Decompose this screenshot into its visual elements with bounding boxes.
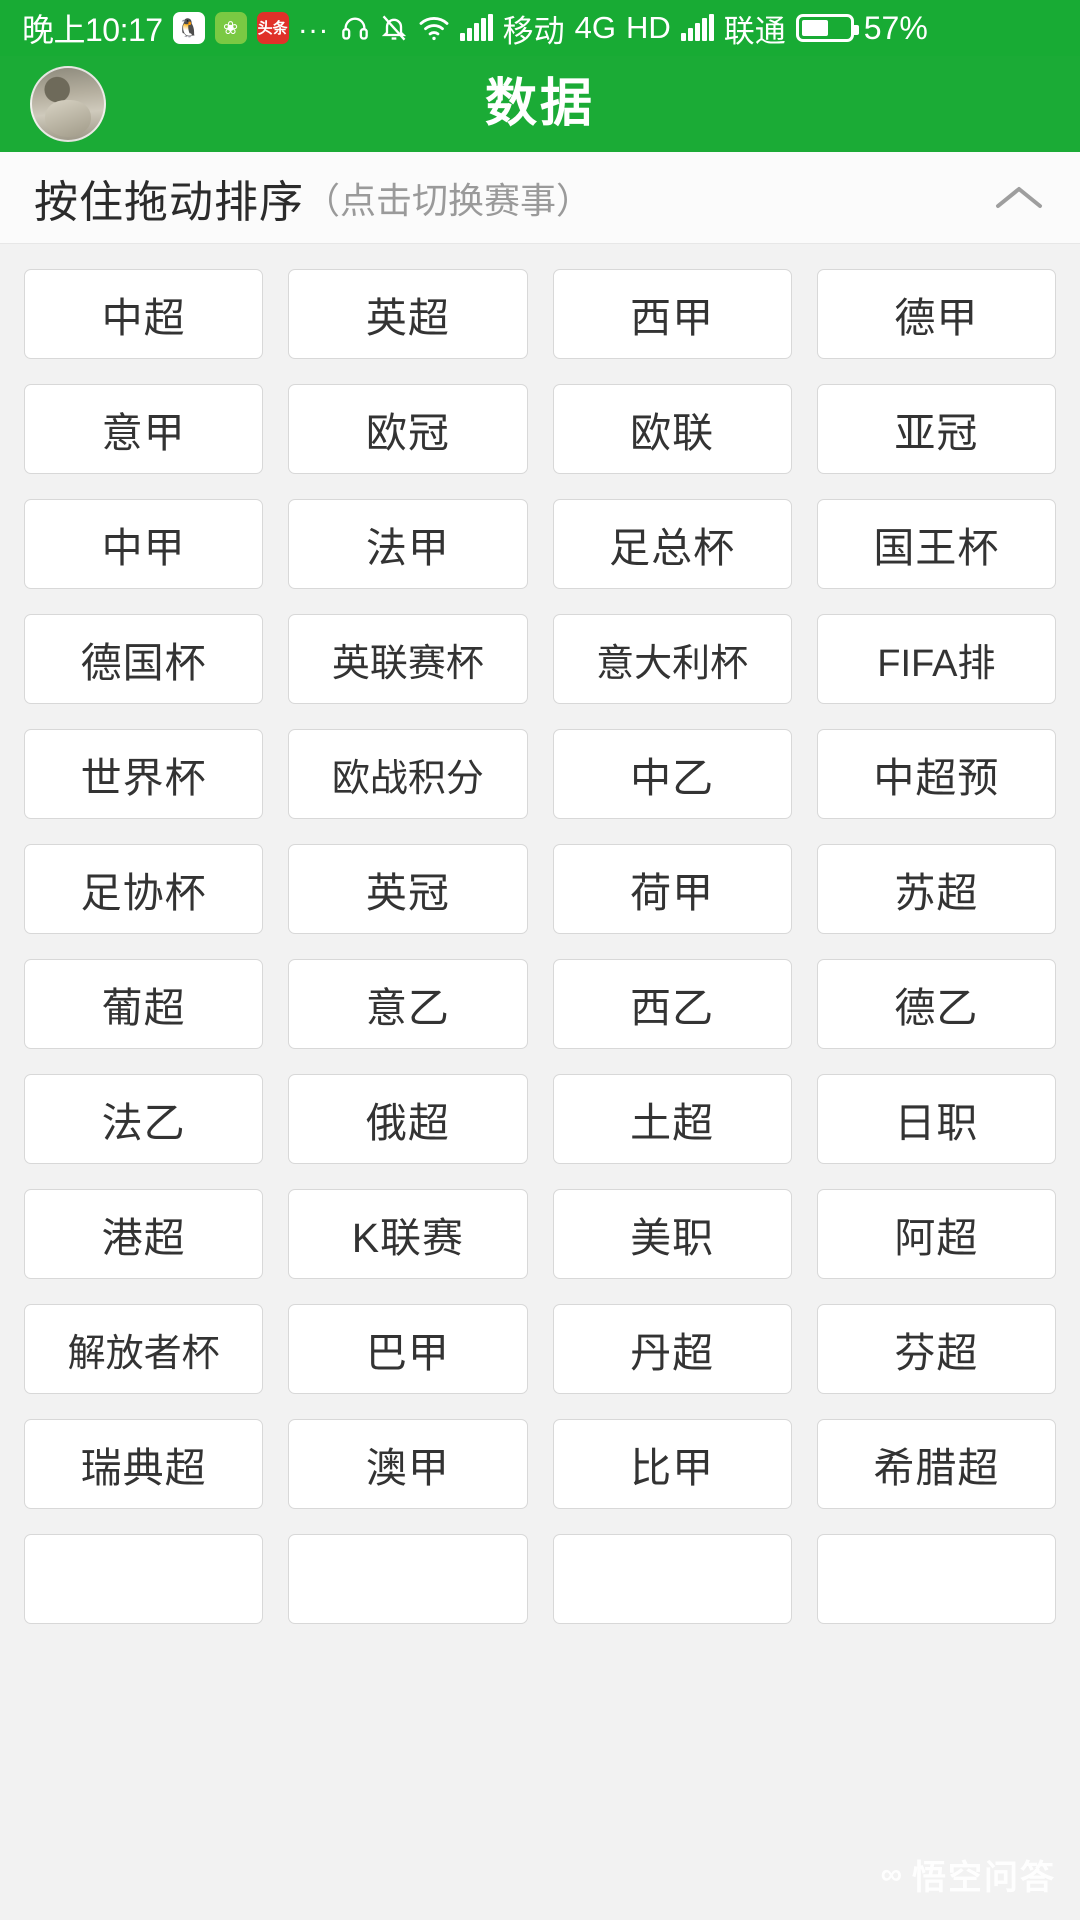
league-cell[interactable]: 芬超 — [816, 1304, 1056, 1394]
league-cell[interactable]: 欧战积分 — [288, 729, 528, 819]
signal-bars-secondary-icon — [680, 14, 714, 41]
league-cell[interactable]: 港超 — [24, 1189, 264, 1279]
league-cell[interactable] — [288, 1534, 528, 1624]
wifi-icon — [418, 15, 450, 41]
league-cell[interactable]: 德乙 — [816, 959, 1056, 1049]
league-cell[interactable]: 亚冠 — [816, 384, 1056, 474]
league-cell[interactable]: 西乙 — [552, 959, 792, 1049]
league-cell[interactable]: 丹超 — [552, 1304, 792, 1394]
carrier-primary-label: 移动 — [502, 13, 565, 49]
league-cell[interactable]: 德国杯 — [24, 614, 264, 704]
league-cell[interactable]: 英冠 — [288, 844, 528, 934]
league-cell[interactable]: 荷甲 — [552, 844, 792, 934]
league-cell[interactable]: 西甲 — [552, 269, 792, 359]
league-cell[interactable] — [24, 1534, 264, 1624]
status-time: 晚上10:17 — [22, 12, 163, 48]
league-cell[interactable]: 美职 — [552, 1189, 792, 1279]
battery-percent-label: 57% — [863, 9, 928, 46]
league-cell[interactable]: 意甲 — [24, 384, 264, 474]
hd-label: HD — [625, 10, 671, 45]
league-cell[interactable]: 欧冠 — [288, 384, 528, 474]
league-cell[interactable]: 国王杯 — [816, 499, 1056, 589]
league-cell[interactable]: 葡超 — [24, 959, 264, 1049]
league-grid-container[interactable]: 中超 英超 西甲 德甲意甲 欧冠 欧联 亚冠中甲 法甲 足总杯 国王杯德国杯 英联赛杯 意大利杯 FIF… — [0, 244, 1080, 1919]
league-cell[interactable]: 阿超 — [816, 1189, 1056, 1279]
app-title-bar: 数据 — [0, 56, 1080, 152]
qq-icon: 🐧 — [172, 12, 205, 44]
league-cell[interactable]: 足协杯 — [24, 844, 264, 934]
league-cell[interactable]: 德甲 — [816, 269, 1056, 359]
league-cell[interactable]: 澳甲 — [288, 1419, 528, 1509]
page-title: 数据 — [484, 75, 595, 133]
league-cell[interactable]: 英超 — [288, 269, 528, 359]
league-grid: 中超 英超 西甲 德甲意甲 欧冠 欧联 亚冠中甲 法甲 足总杯 国王杯德国杯 英联赛杯 意大利杯 FIF… — [24, 269, 1056, 1624]
league-cell[interactable]: 巴甲 — [288, 1304, 528, 1394]
league-cell[interactable]: 瑞典超 — [24, 1419, 264, 1509]
league-cell[interactable]: 中乙 — [552, 729, 792, 819]
league-cell[interactable]: 希腊超 — [816, 1419, 1056, 1509]
league-cell[interactable]: 土超 — [552, 1074, 792, 1164]
headset-icon — [340, 14, 370, 42]
league-cell[interactable]: 意乙 — [288, 959, 528, 1049]
league-cell[interactable]: 意大利杯 — [552, 614, 792, 704]
status-bar: 晚上10:17 🐧 ❀ 头条 ... 移动 4G HD 联通 57% — [0, 0, 1080, 56]
league-cell[interactable]: FIFA排 — [816, 614, 1056, 704]
battery-fill — [801, 20, 828, 36]
league-cell[interactable]: 解放者杯 — [24, 1304, 264, 1394]
league-cell[interactable]: 比甲 — [552, 1419, 792, 1509]
league-cell[interactable]: 英联赛杯 — [288, 614, 528, 704]
overflow-dots-icon: ... — [298, 7, 330, 40]
avatar[interactable] — [30, 66, 106, 142]
toutiao-icon: 头条 — [256, 12, 289, 44]
carrier-secondary-label: 联通 — [723, 13, 786, 49]
watermark: ∞ 悟空问答 — [881, 1850, 1056, 1899]
league-cell[interactable]: 世界杯 — [24, 729, 264, 819]
sort-hint-bar[interactable]: 按住拖动排序 （点击切换赛事） — [0, 152, 1080, 244]
watermark-label: 悟空问答 — [912, 1859, 1056, 1897]
league-cell[interactable]: 中超预 — [816, 729, 1056, 819]
network-type-label: 4G — [574, 10, 616, 45]
league-cell[interactable]: 俄超 — [288, 1074, 528, 1164]
wechat-game-icon: ❀ — [214, 12, 247, 44]
league-cell[interactable]: 中超 — [24, 269, 264, 359]
watermark-logo-icon: ∞ — [880, 1857, 904, 1891]
battery-icon — [795, 14, 859, 42]
league-cell[interactable]: 法乙 — [24, 1074, 264, 1164]
sort-hint-label: 按住拖动排序 — [34, 177, 304, 227]
league-cell[interactable]: 日职 — [816, 1074, 1056, 1164]
league-cell[interactable]: 足总杯 — [552, 499, 792, 589]
league-cell[interactable]: 中甲 — [24, 499, 264, 589]
league-cell[interactable]: 苏超 — [816, 844, 1056, 934]
league-cell[interactable] — [816, 1534, 1056, 1624]
signal-bars-primary-icon — [459, 14, 493, 41]
league-cell[interactable]: K联赛 — [288, 1189, 528, 1279]
league-cell[interactable]: 法甲 — [288, 499, 528, 589]
league-cell[interactable] — [552, 1534, 792, 1624]
league-cell[interactable]: 欧联 — [552, 384, 792, 474]
switch-league-hint-label: （点击切换赛事） — [304, 179, 593, 221]
chevron-up-icon[interactable] — [992, 171, 1046, 225]
bell-muted-icon — [380, 14, 408, 42]
